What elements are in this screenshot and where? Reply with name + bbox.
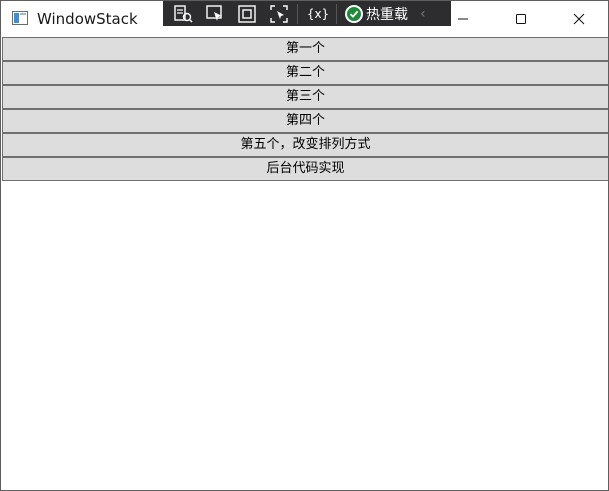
button-third[interactable]: 第三个 [2,85,608,109]
binding-failures-icon[interactable]: {x} [306,3,330,25]
hot-reload-label: 热重载 [366,6,408,23]
track-focus-icon[interactable] [267,3,291,25]
xaml-debug-toolbar: {x} 热重载 ‹ [163,1,451,26]
stack-panel: 第一个 第二个 第三个 第四个 第五个，改变排列方式 后台代码实现 [2,37,608,490]
toolbar-separator [297,3,298,24]
close-icon [573,13,585,25]
app-window: WindowStack {x} 热重载 [0,0,609,491]
check-circle-icon [345,4,363,23]
close-button[interactable] [556,1,602,37]
maximize-button[interactable] [498,1,544,37]
button-second[interactable]: 第二个 [2,61,608,85]
chevron-left-icon[interactable]: ‹ [420,6,426,22]
toolbar-separator [336,3,337,24]
display-layout-adorners-icon[interactable] [235,3,259,25]
button-fifth-change-orientation[interactable]: 第五个，改变排列方式 [2,133,608,157]
minimize-button[interactable] [440,1,486,37]
window-title: WindowStack [37,10,138,28]
button-fourth[interactable]: 第四个 [2,109,608,133]
svg-text:{x}: {x} [308,7,328,21]
minimize-icon [458,18,468,20]
button-code-behind[interactable]: 后台代码实现 [2,157,608,181]
app-icon [12,11,28,25]
maximize-icon [516,14,526,24]
hot-reload-button[interactable]: 热重载 [345,4,408,24]
live-visual-tree-icon[interactable] [171,3,195,25]
button-first[interactable]: 第一个 [2,37,608,61]
select-element-icon[interactable] [203,3,227,25]
title-bar[interactable]: WindowStack {x} 热重载 [1,1,608,37]
